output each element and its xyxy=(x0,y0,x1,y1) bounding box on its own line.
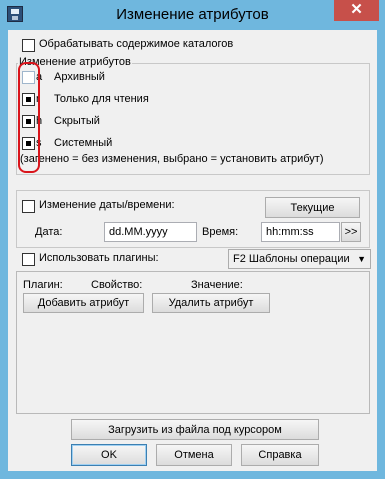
date-input[interactable]: dd.MM.yyyy xyxy=(104,222,197,242)
dialog-title: Изменение атрибутов xyxy=(116,6,269,23)
dialog-body: Обрабатывать содержимое каталогов Измене… xyxy=(8,30,377,471)
ok-button[interactable]: OK xyxy=(71,444,147,466)
datetime-checkbox[interactable] xyxy=(22,200,35,213)
attributes-dialog: Изменение атрибутов ✕ Обрабатывать содер… xyxy=(0,0,385,479)
title-bar[interactable]: Изменение атрибутов ✕ xyxy=(0,0,385,30)
datetime-label: Изменение даты/времени: xyxy=(39,199,175,211)
value-header: Значение: xyxy=(191,279,243,291)
attributes-hint: (загенено = без изменения, выбрано = уст… xyxy=(20,153,324,165)
process-dirs-label: Обрабатывать содержимое каталогов xyxy=(39,38,234,50)
time-label: Время: xyxy=(202,226,239,238)
plugins-label: Использовать плагины: xyxy=(39,252,159,264)
help-button[interactable]: Справка xyxy=(241,444,319,466)
current-datetime-button[interactable]: Текущие xyxy=(265,197,360,218)
annotation-oval xyxy=(18,62,40,173)
close-button[interactable]: ✕ xyxy=(334,0,379,21)
property-header: Свойство: xyxy=(91,279,143,291)
add-attribute-button[interactable]: Добавить атрибут xyxy=(23,293,144,313)
remove-attribute-button[interactable]: Удалить атрибут xyxy=(152,293,270,313)
load-from-file-button[interactable]: Загрузить из файла под курсором xyxy=(71,419,319,440)
readonly-label: Только для чтения xyxy=(54,93,149,105)
plugin-header: Плагин: xyxy=(23,279,63,291)
time-more-button[interactable]: >> xyxy=(341,222,361,242)
plugins-template-combo[interactable]: F2 Шаблоны операции ▼ xyxy=(228,249,371,269)
chevron-down-icon: ▼ xyxy=(357,254,366,264)
plugins-combo-value: F2 Шаблоны операции xyxy=(233,253,350,265)
process-dirs-checkbox[interactable] xyxy=(22,39,35,52)
hidden-label: Скрытый xyxy=(54,115,100,127)
plugins-checkbox[interactable] xyxy=(22,253,35,266)
time-input[interactable]: hh:mm:ss xyxy=(261,222,340,242)
system-label: Системный xyxy=(54,137,113,149)
cancel-button[interactable]: Отмена xyxy=(156,444,232,466)
archive-label: Архивный xyxy=(54,71,105,83)
date-label: Дата: xyxy=(35,226,63,238)
